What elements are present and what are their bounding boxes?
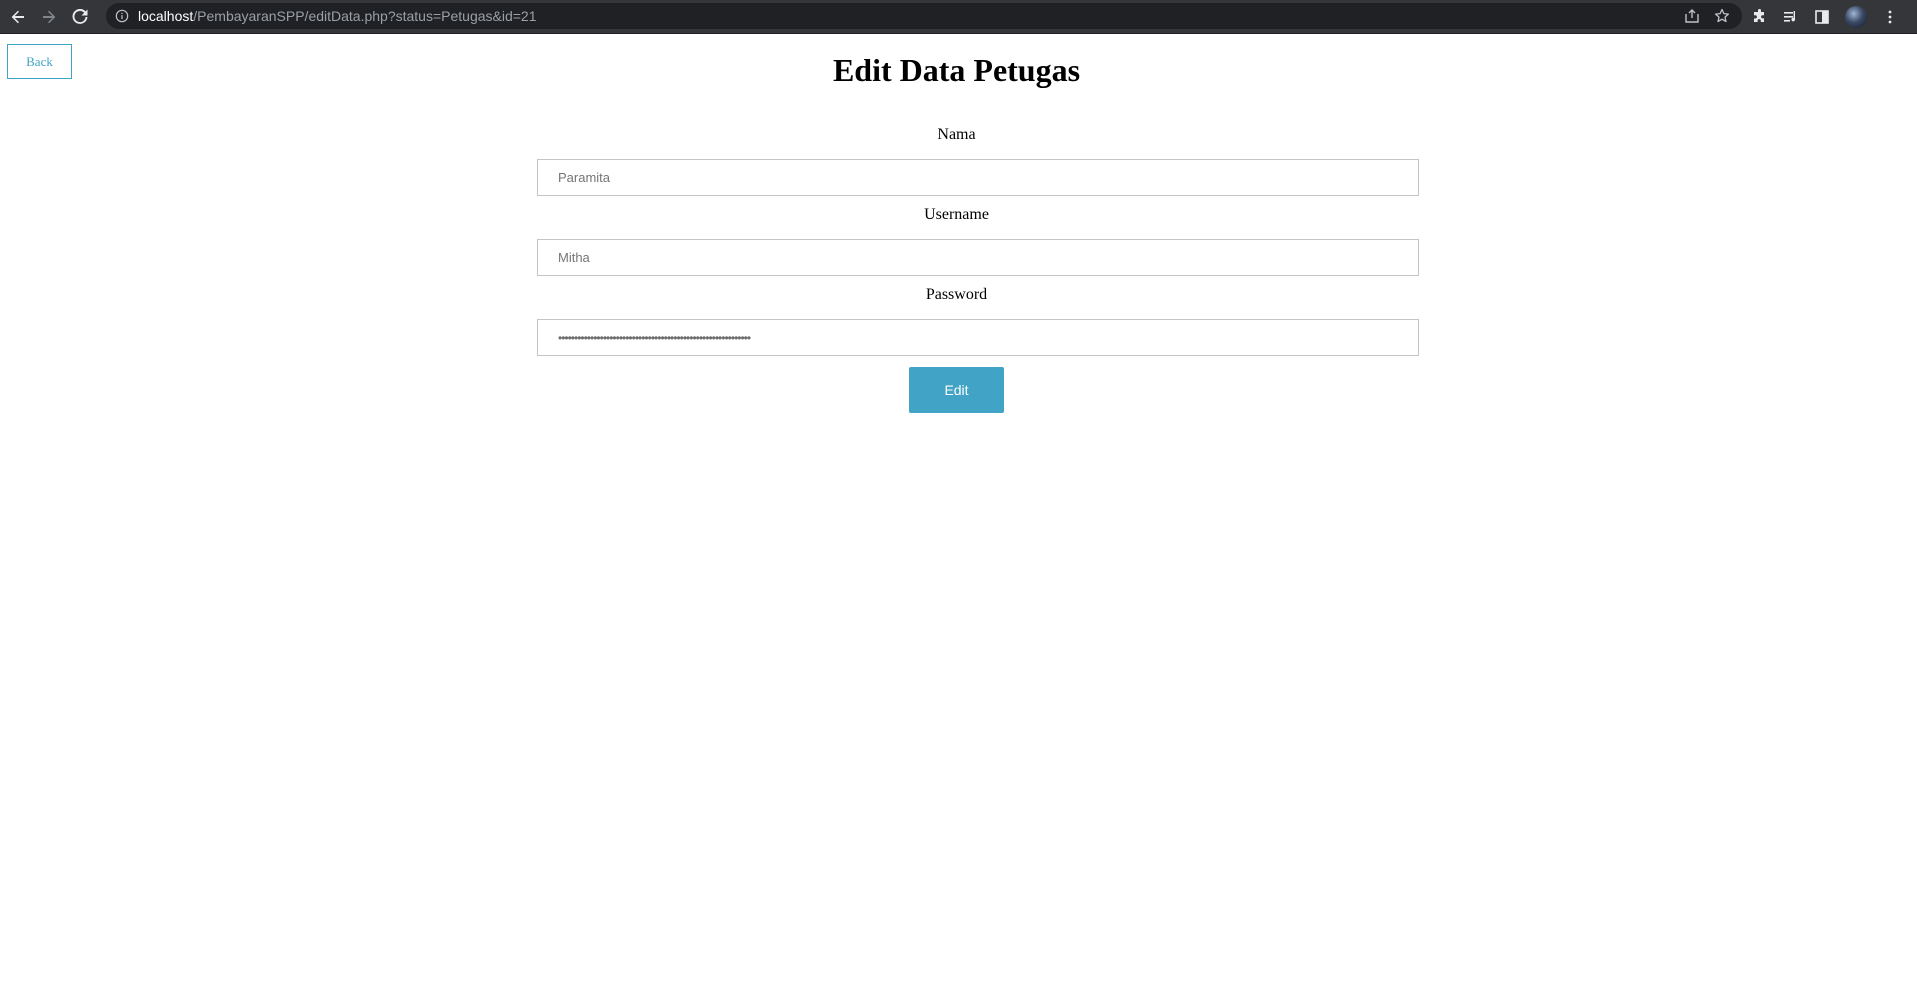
reload-icon[interactable] xyxy=(67,4,93,30)
share-icon[interactable] xyxy=(1684,8,1700,24)
url-host: localhost xyxy=(138,8,194,24)
username-value: Mitha xyxy=(558,250,590,265)
url-path: /PembayaranSPP/editData.php?status=Petug… xyxy=(193,8,537,24)
nama-label: Nama xyxy=(937,126,976,143)
back-arrow-icon[interactable] xyxy=(5,4,31,30)
username-input[interactable]: Mitha xyxy=(537,239,1419,276)
password-label: Password xyxy=(925,286,988,303)
more-icon[interactable] xyxy=(1882,9,1898,25)
address-bar[interactable]: localhost/PembayaranSPP/editData.php?sta… xyxy=(106,3,1742,29)
nama-value: Paramita xyxy=(558,170,611,185)
info-icon[interactable] xyxy=(115,9,129,23)
star-icon[interactable] xyxy=(1714,8,1730,24)
extensions-icon[interactable] xyxy=(1752,8,1768,25)
nama-input[interactable]: Paramita xyxy=(537,159,1419,196)
avatar[interactable] xyxy=(1845,5,1867,28)
password-value: ••••••••••••••••••••••••••••••••••••••••… xyxy=(558,330,751,345)
side-panel-icon[interactable] xyxy=(1814,9,1830,25)
forward-arrow-icon[interactable] xyxy=(36,4,62,30)
edit-button[interactable]: Edit xyxy=(909,367,1004,413)
reading-list-icon[interactable] xyxy=(1783,9,1799,25)
password-input[interactable]: ••••••••••••••••••••••••••••••••••••••••… xyxy=(537,319,1419,356)
page-title: Edit Data Petugas xyxy=(832,52,1081,88)
username-label: Username xyxy=(924,206,989,223)
browser-toolbar: localhost/PembayaranSPP/editData.php?sta… xyxy=(0,0,1917,34)
